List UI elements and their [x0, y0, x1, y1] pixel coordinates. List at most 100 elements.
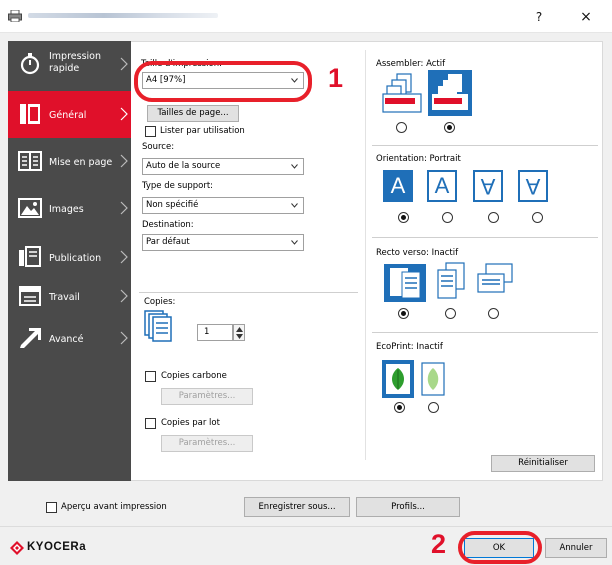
divider: [372, 237, 598, 238]
source-label: Source:: [142, 142, 175, 152]
close-button[interactable]: ×: [573, 7, 599, 27]
duplex-label: Recto verso: Inactif: [376, 248, 459, 258]
sidebar-item-label: Images: [49, 204, 84, 215]
print-preview-label: Aperçu avant impression: [61, 502, 167, 512]
duplex-short-edge-radio[interactable]: [488, 308, 499, 319]
list-by-usage-label: Lister par utilisation: [160, 126, 245, 136]
job-copies-label: Copies par lot: [161, 418, 220, 428]
collate-on-radio[interactable]: [444, 122, 455, 133]
print-preferences-dialog: ? × Impression rapide Général Mise en pa…: [0, 0, 612, 565]
column-divider: [365, 50, 366, 460]
list-by-usage-checkbox[interactable]: [145, 126, 156, 137]
job-icon: [19, 286, 41, 306]
ecoprint-label: EcoPrint: Inactif: [376, 342, 443, 352]
print-preview-checkbox[interactable]: [46, 502, 57, 513]
stopwatch-icon: [20, 53, 40, 75]
chevron-right-icon: [120, 201, 128, 215]
sidebar-item-label: Impression: [49, 51, 101, 62]
orientation-portrait-radio[interactable]: [398, 212, 409, 223]
sidebar-item-images[interactable]: Images: [8, 185, 131, 232]
stepper-up-icon[interactable]: [236, 327, 243, 332]
job-settings-button[interactable]: Paramètres...: [161, 435, 253, 452]
orientation-label: Orientation: Portrait: [376, 154, 461, 164]
callout-number-2: 2: [431, 529, 447, 559]
orientation-portrait-rotated-option[interactable]: A: [473, 170, 503, 202]
printer-icon: [8, 10, 22, 22]
collated-icon[interactable]: [428, 70, 472, 116]
duplex-off-icon[interactable]: [384, 264, 426, 302]
sidebar-item-quick-print[interactable]: Impression rapide: [8, 41, 131, 88]
sidebar-item-advanced[interactable]: Avancé: [8, 315, 131, 362]
sidebar: Impression rapide Général Mise en page I…: [8, 41, 131, 481]
carbon-settings-button[interactable]: Paramètres...: [161, 388, 253, 405]
chevron-right-icon: [120, 250, 128, 264]
publication-icon: [19, 246, 41, 267]
ecoprint-on-icon[interactable]: [421, 362, 445, 396]
kyocera-logo: KYOCERa: [10, 539, 110, 557]
duplex-long-edge-icon[interactable]: [436, 262, 466, 300]
general-panel: Taille d'impression: A4 [97%] 1 Tailles …: [131, 41, 603, 481]
carbon-copies-checkbox[interactable]: [145, 371, 156, 382]
help-button[interactable]: ?: [528, 7, 550, 27]
chevron-right-icon: [120, 331, 128, 345]
image-icon: [18, 198, 42, 218]
duplex-off-radio[interactable]: [398, 308, 409, 319]
copies-icon: [144, 310, 172, 342]
chevron-down-icon: [291, 240, 298, 245]
sidebar-item-layout[interactable]: Mise en page: [8, 138, 131, 185]
sidebar-item-job[interactable]: Travail: [8, 273, 131, 320]
stepper-down-icon[interactable]: [236, 334, 243, 339]
sidebar-item-label: Travail: [49, 292, 80, 303]
orientation-landscape-option[interactable]: A: [427, 170, 457, 202]
chevron-right-icon: [120, 57, 128, 71]
destination-label: Destination:: [142, 220, 194, 230]
ecoprint-off-radio[interactable]: [394, 402, 405, 413]
orientation-portrait-rotated-radio[interactable]: [488, 212, 499, 223]
destination-select[interactable]: Par défaut: [142, 234, 304, 251]
window-title: [28, 13, 218, 18]
general-document-icon: [20, 104, 40, 124]
duplex-long-edge-radio[interactable]: [445, 308, 456, 319]
reset-button[interactable]: Réinitialiser: [491, 455, 595, 472]
collate-off-radio[interactable]: [396, 122, 407, 133]
paper-sizes-button[interactable]: Tailles de page...: [147, 105, 239, 122]
source-value: Auto de la source: [146, 161, 221, 171]
media-type-select[interactable]: Non spécifié: [142, 197, 304, 214]
callout-step-2: [458, 531, 542, 564]
cancel-button[interactable]: Annuler: [545, 538, 607, 558]
callout-number-1: 1: [328, 63, 344, 93]
uncollated-icon[interactable]: [381, 72, 423, 114]
sidebar-item-general[interactable]: Général: [8, 91, 131, 138]
divider: [139, 292, 358, 293]
copies-input[interactable]: 1: [197, 324, 233, 341]
media-type-value: Non spécifié: [146, 200, 199, 210]
title-bar: ? ×: [0, 0, 612, 33]
duplex-short-edge-icon[interactable]: [476, 262, 514, 300]
orientation-landscape-rotated-radio[interactable]: [532, 212, 543, 223]
sidebar-item-label: Mise en page: [49, 157, 113, 168]
save-as-button[interactable]: Enregistrer sous...: [244, 497, 350, 517]
profiles-button[interactable]: Profils...: [356, 497, 460, 517]
job-copies-checkbox[interactable]: [145, 418, 156, 429]
orientation-landscape-rotated-option[interactable]: A: [518, 170, 548, 202]
layout-icon: [18, 151, 42, 171]
sidebar-item-label: Avancé: [49, 334, 84, 345]
chevron-down-icon: [291, 203, 298, 208]
ecoprint-on-radio[interactable]: [428, 402, 439, 413]
copies-stepper[interactable]: [233, 324, 245, 341]
footer-divider: [0, 526, 612, 527]
orientation-landscape-radio[interactable]: [442, 212, 453, 223]
chevron-right-icon: [120, 107, 128, 121]
sidebar-item-label: Général: [49, 110, 87, 121]
kyocera-logo-text: KYOCERa: [27, 541, 87, 553]
ecoprint-off-icon[interactable]: [382, 360, 414, 398]
divider: [372, 332, 598, 333]
media-type-label: Type de support:: [142, 181, 214, 191]
orientation-portrait-option[interactable]: A: [383, 170, 413, 202]
chevron-right-icon: [120, 289, 128, 303]
sidebar-item-label: Publication: [49, 253, 102, 264]
source-select[interactable]: Auto de la source: [142, 158, 304, 175]
collate-label: Assembler: Actif: [376, 59, 446, 69]
chevron-right-icon: [120, 154, 128, 168]
copies-label: Copies:: [144, 297, 176, 307]
